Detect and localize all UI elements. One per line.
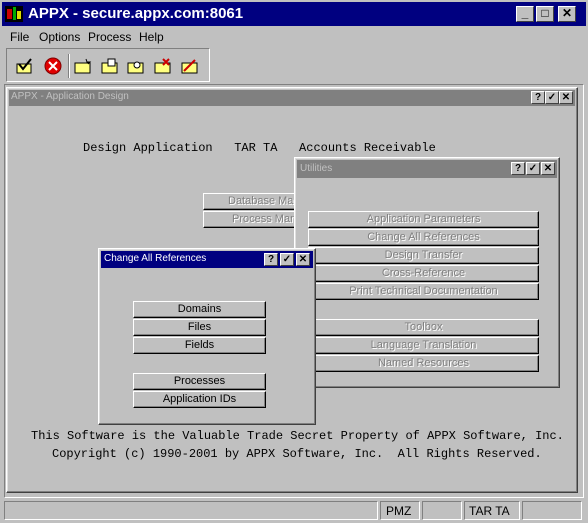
close-icon: ✕ [298,254,308,265]
status-bar: PMZ TAR TA [2,499,586,521]
ok-button[interactable]: ✓ [545,91,559,104]
change-refs-titlebar: Change All References ? ✓ ✕ [101,251,313,268]
check-icon: ✓ [547,92,557,103]
menu-process[interactable]: Process [88,30,131,44]
utilities-titlebar: Utilities ? ✓ ✕ [297,160,557,178]
footer-line-2: Copyright (c) 1990-2001 by APPX Software… [52,447,542,461]
check-folder-icon[interactable] [14,56,36,76]
check-icon: ✓ [528,163,538,174]
processes-button[interactable]: Processes [133,373,266,390]
utilities-ok-button[interactable]: ✓ [526,162,540,175]
change-refs-ok-button[interactable]: ✓ [280,253,294,266]
status-cell-main [4,501,378,520]
cancel-button[interactable]: ✕ [559,91,573,104]
toolbar-separator [68,54,70,78]
fields-button[interactable]: Fields [133,337,266,354]
utility-cross-reference[interactable]: Cross-Reference [308,265,539,282]
change-refs-title: Change All References [104,253,207,264]
utility-language-translation[interactable]: Language Translation [308,337,539,354]
close-icon: ✕ [561,92,571,103]
menu-bar: File Options Process Help [2,27,586,46]
window-title: APPX - secure.appx.com:8061 [28,5,244,22]
utility-toolbox[interactable]: Toolbox [308,319,539,336]
application-ids-button[interactable]: Application IDs [133,391,266,408]
help-icon: ? [514,163,522,174]
help-button[interactable]: ? [531,91,545,104]
utility-change-all-references[interactable]: Change All References [308,229,539,246]
utility-print-tech-docs[interactable]: Print Technical Documentation [308,283,539,300]
check-icon: ✓ [282,254,292,265]
utility-named-resources[interactable]: Named Resources [308,355,539,372]
footer-line-1: This Software is the Valuable Trade Secr… [31,429,564,443]
change-refs-close-button[interactable]: ✕ [296,253,310,266]
utilities-help-button[interactable]: ? [511,162,525,175]
app-design-titlebar: APPX - Application Design ? ✓ ✕ [9,90,575,106]
appx-logo-icon [5,6,23,22]
status-cell-empty [422,501,462,520]
utilities-title: Utilities [300,163,333,174]
help-icon: ? [534,92,542,103]
close-icon: ✕ [543,163,553,174]
minimize-button[interactable]: _ [516,6,534,22]
status-cell-app: TAR TA [464,501,520,520]
help-icon: ? [267,254,275,265]
close-button[interactable]: ✕ [558,6,576,22]
utilities-close-button[interactable]: ✕ [541,162,555,175]
domains-button[interactable]: Domains [133,301,266,318]
files-button[interactable]: Files [133,319,266,336]
menu-help[interactable]: Help [139,30,164,44]
stop-icon[interactable] [42,56,64,76]
minimize-icon: _ [521,6,529,20]
change-refs-help-button[interactable]: ? [264,253,278,266]
maximize-button[interactable]: □ [536,6,554,22]
menu-file[interactable]: File [10,30,29,44]
status-cell-end [522,501,582,520]
maximize-icon: □ [541,6,549,20]
folder-delete-icon[interactable] [152,56,174,76]
utility-design-transfer[interactable]: Design Transfer [308,247,539,264]
folder-up-icon[interactable] [99,56,121,76]
menu-options[interactable]: Options [39,30,80,44]
folder-new-icon[interactable] [72,56,94,76]
status-cell-pmz: PMZ [380,501,420,520]
app-design-title: APPX - Application Design [11,91,129,102]
folder-search-icon[interactable] [125,56,147,76]
design-header-line: Design Application TAR TA Accounts Recei… [83,141,436,155]
utility-application-parameters[interactable]: Application Parameters [308,211,539,228]
folder-cancel-icon[interactable] [179,56,201,76]
close-icon: ✕ [561,6,573,20]
main-titlebar: APPX - secure.appx.com:8061 _ □ ✕ [2,2,586,26]
